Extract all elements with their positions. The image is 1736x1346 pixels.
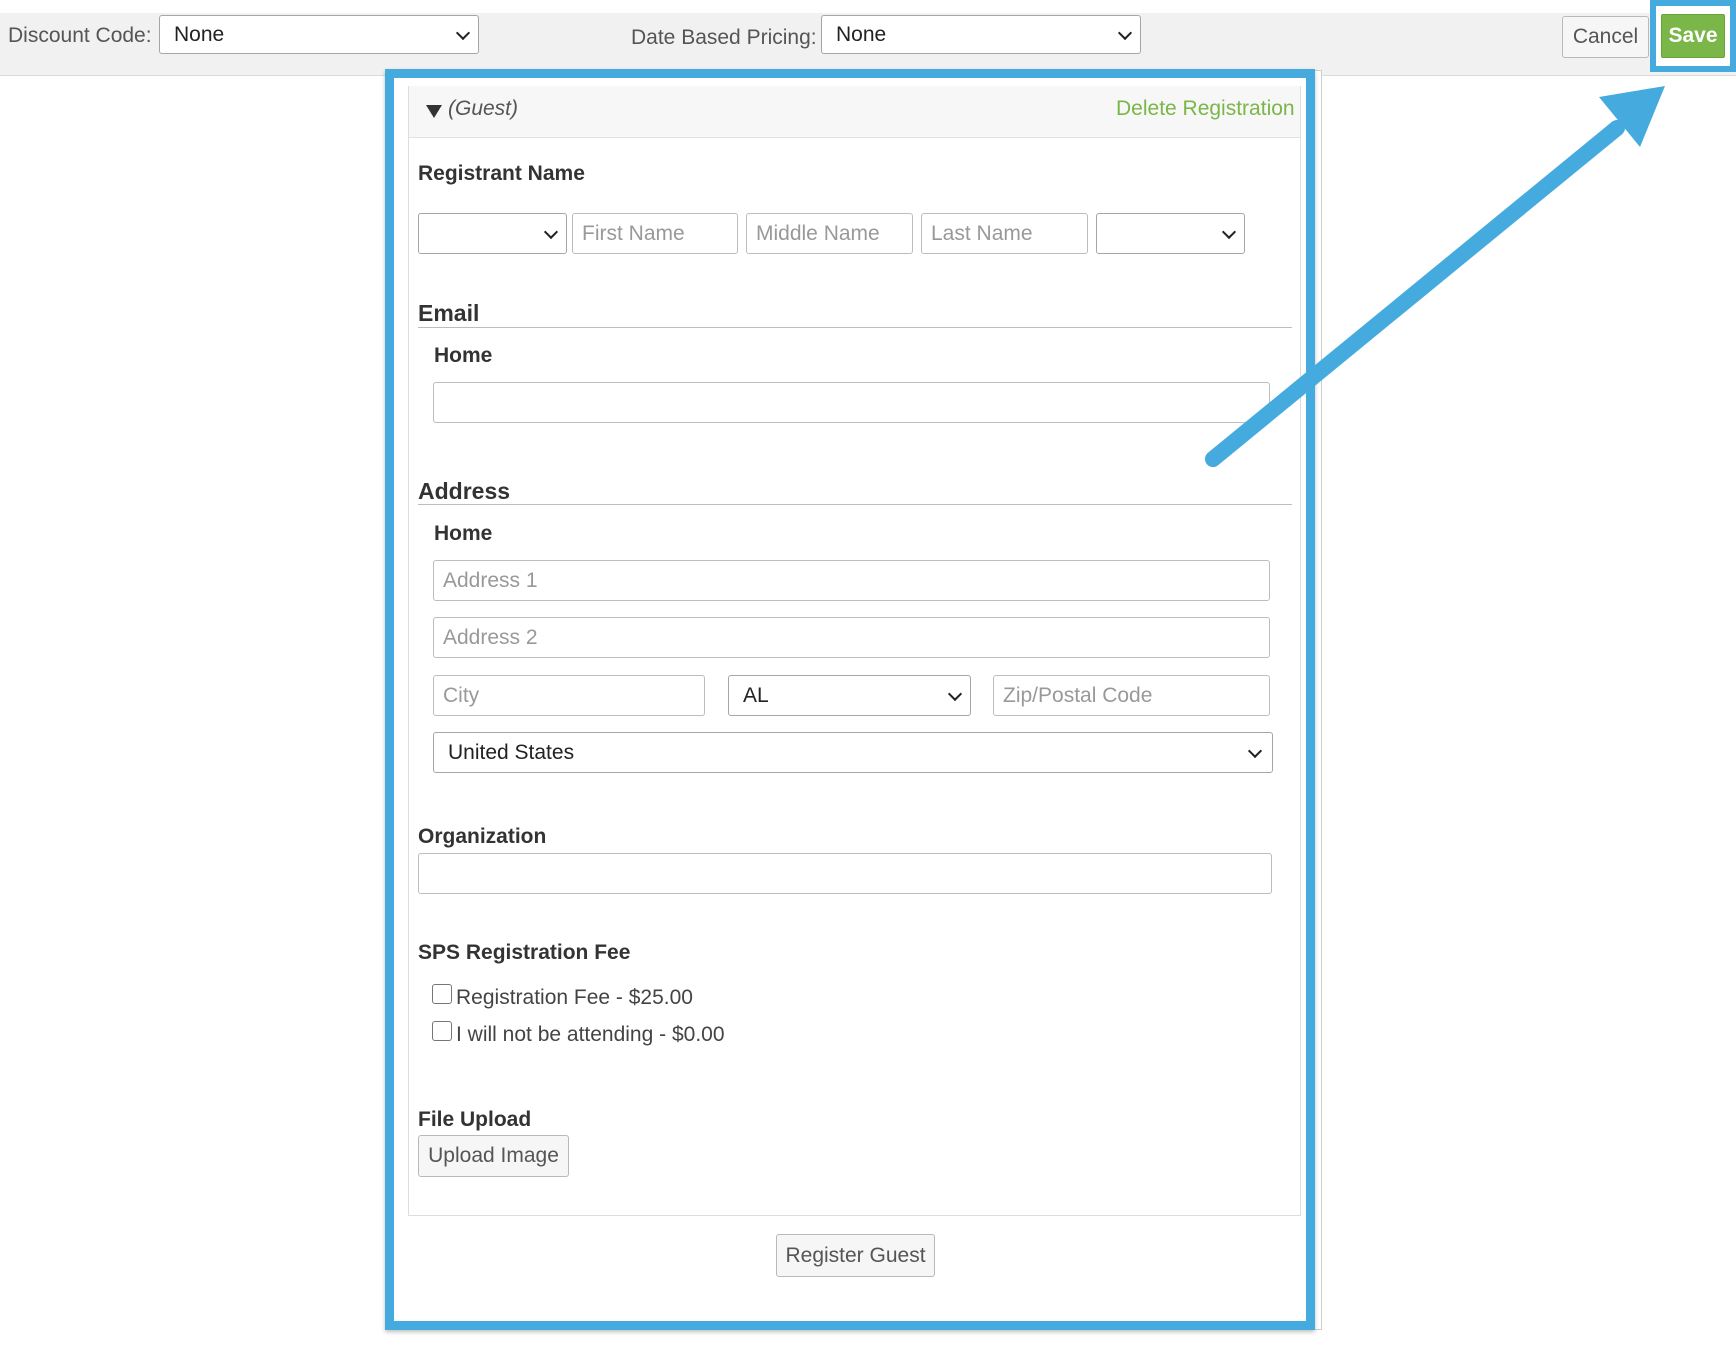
save-button[interactable]: Save [1661,14,1725,58]
form-highlight-frame [385,69,1315,1330]
cancel-button[interactable]: Cancel [1562,16,1649,58]
chevron-down-icon [455,25,471,40]
date-based-pricing-select[interactable]: None [821,15,1141,54]
date-based-pricing-label: Date Based Pricing: [631,26,817,49]
discount-code-value: None [174,22,225,46]
discount-code-label: Discount Code: [8,24,152,47]
discount-code-select[interactable]: None [159,15,479,54]
chevron-down-icon [1117,25,1133,40]
date-based-pricing-value: None [836,22,887,46]
